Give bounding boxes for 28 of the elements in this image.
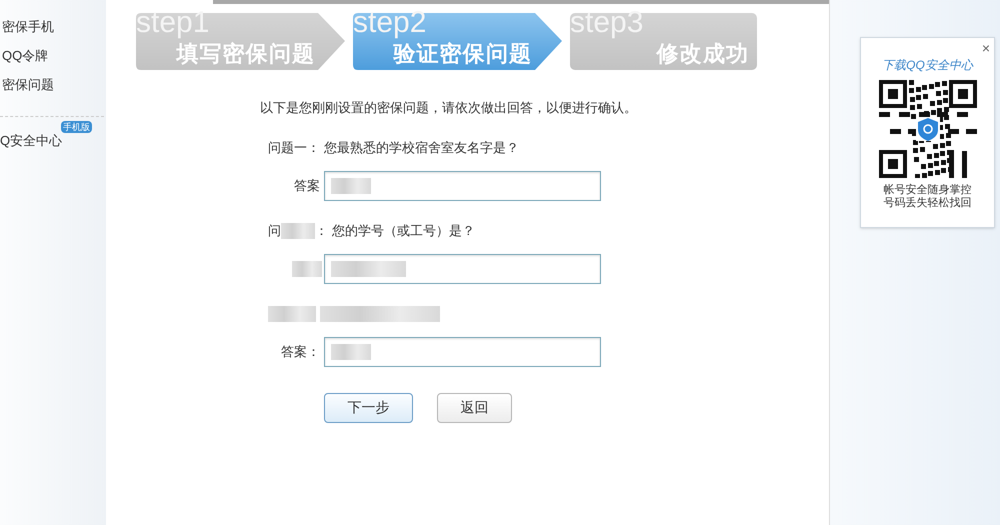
badge: 手机版 — [61, 121, 92, 133]
question-label: ： — [315, 222, 328, 240]
answer-field[interactable] — [324, 336, 601, 366]
qr-code-icon — [878, 80, 976, 178]
question-label: 问题一： — [268, 138, 320, 157]
step-title: 修改成功 — [656, 40, 749, 68]
sidebar-item[interactable]: Q安全中心 — [0, 133, 62, 148]
answer-field[interactable] — [324, 254, 601, 284]
next-button[interactable]: 下一步 — [324, 392, 413, 422]
question-text: 您最熟悉的学校宿舍室友名字是？ — [324, 138, 519, 157]
sidebar-item[interactable]: 密保问题 — [0, 75, 106, 104]
back-button[interactable]: 返回 — [437, 392, 512, 422]
answer-label: 答案 — [294, 176, 320, 195]
step-number: step2 — [353, 5, 426, 41]
question-text: 您的学号（或工号）是？ — [332, 222, 475, 240]
question-label: 问 — [268, 222, 281, 240]
sidebar-item[interactable]: 密保手机 — [0, 17, 106, 46]
promo-title: 下载QQ安全中心 — [882, 57, 973, 74]
promo-caption: 号码丢失轻松找回 — [884, 197, 972, 210]
step-title: 填写密保问题 — [176, 40, 315, 68]
close-button[interactable]: × — [982, 38, 990, 59]
blurred-text — [292, 260, 322, 276]
answer-field[interactable] — [324, 170, 601, 200]
answer-label: 答案： — [281, 342, 320, 361]
intro-text: 以下是您刚刚设置的密保问题，请依次做出回答，以便进行确认。 — [260, 99, 638, 117]
sidebar-item[interactable]: QQ令牌 — [0, 46, 106, 75]
step-title: 验证密保问题 — [393, 40, 532, 68]
promo-caption: 帐号安全随身掌控 — [884, 184, 972, 197]
